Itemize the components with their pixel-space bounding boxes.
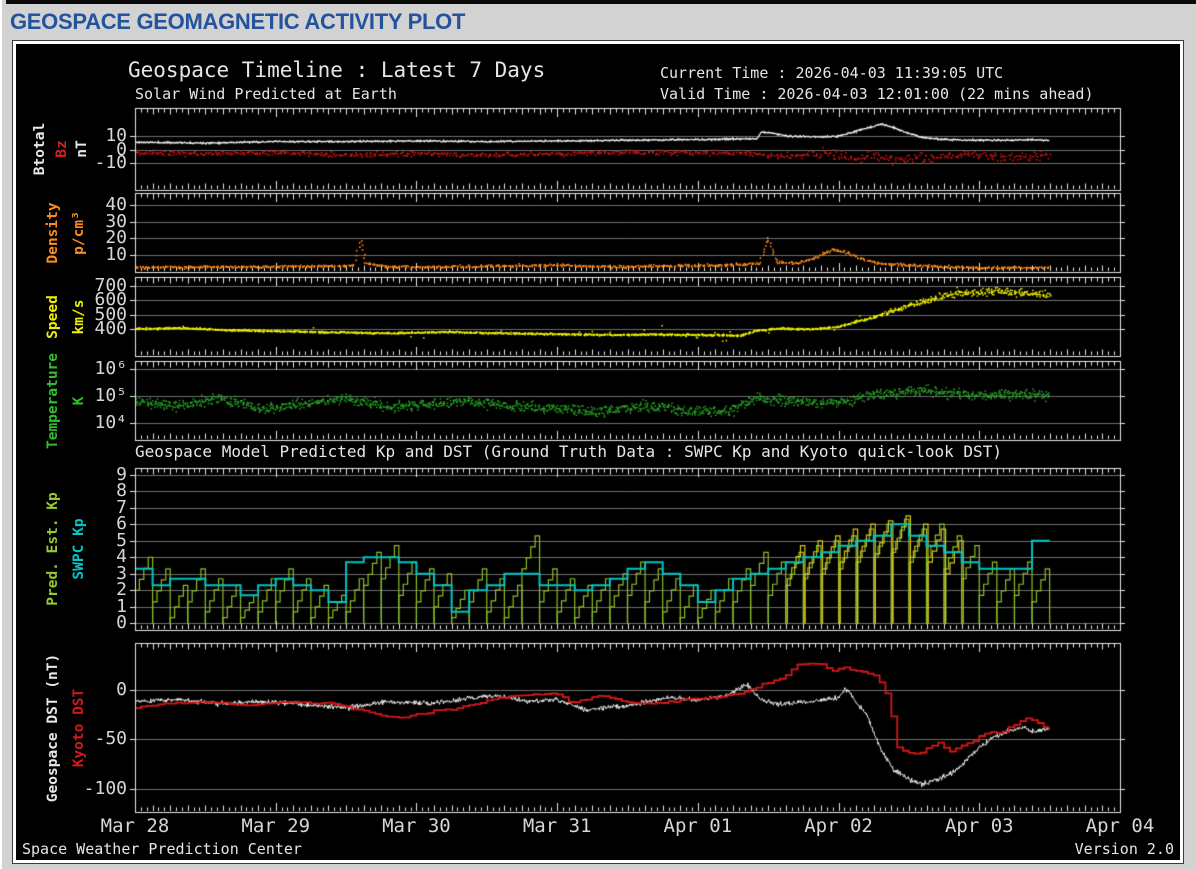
window-top-border bbox=[6, 0, 1196, 4]
footer-credit: Space Weather Prediction Center bbox=[22, 840, 302, 858]
panel-axis-label: Kyoto DST bbox=[71, 688, 87, 767]
y-tick-label: 0 bbox=[116, 678, 127, 700]
current-time-label: Current Time : 2026-04-03 11:39:05 UTC bbox=[660, 64, 1004, 82]
panel-axis-label: SWPC Kp bbox=[71, 518, 87, 580]
model-subtitle: Geospace Model Predicted Kp and DST (Gro… bbox=[135, 442, 1002, 461]
x-tick-label: Mar 31 bbox=[522, 815, 592, 837]
y-tick-label: 400 bbox=[94, 318, 127, 340]
plot-title: Geospace Timeline : Latest 7 Days bbox=[128, 58, 546, 82]
y-tick-label: 10⁶ bbox=[94, 358, 127, 380]
y-tick-label: 10⁴ bbox=[94, 411, 127, 433]
panel-axis-label: Temperature bbox=[45, 352, 61, 449]
y-tick-label: -100 bbox=[83, 778, 127, 800]
window-left-edge bbox=[0, 0, 2, 869]
footer-version: Version 2.0 bbox=[1074, 840, 1174, 858]
panel-axis-label: K bbox=[71, 396, 87, 405]
panel-axis-label: Pred. Est. Kp bbox=[45, 492, 61, 606]
x-tick-label: Apr 01 bbox=[663, 815, 733, 837]
x-tick-label: Apr 04 bbox=[1085, 815, 1155, 837]
valid-time-label: Valid Time : 2026-04-03 12:01:00 (22 min… bbox=[660, 85, 1094, 103]
x-tick-label: Apr 02 bbox=[804, 815, 873, 837]
x-tick-label: Mar 29 bbox=[241, 815, 311, 837]
y-tick-label: 0 bbox=[116, 612, 127, 634]
page-title: GEOSPACE GEOMAGNETIC ACTIVITY PLOT bbox=[10, 9, 466, 34]
plot-area: Geospace Timeline : Latest 7 Days Curren… bbox=[16, 44, 1180, 860]
solar-wind-subtitle: Solar Wind Predicted at Earth bbox=[135, 85, 397, 103]
y-tick-label: -50 bbox=[94, 728, 127, 750]
x-tick-label: Apr 03 bbox=[944, 815, 1014, 837]
plot-frame: Geospace Timeline : Latest 7 Days Curren… bbox=[12, 40, 1184, 864]
panel-axis-label: Geospace DST (nT) bbox=[45, 653, 61, 802]
x-tick-label: Mar 28 bbox=[100, 815, 170, 837]
y-tick-label: 10 bbox=[105, 244, 127, 266]
x-tick-label: Mar 30 bbox=[382, 815, 451, 837]
y-tick-label: 10⁵ bbox=[94, 384, 127, 406]
